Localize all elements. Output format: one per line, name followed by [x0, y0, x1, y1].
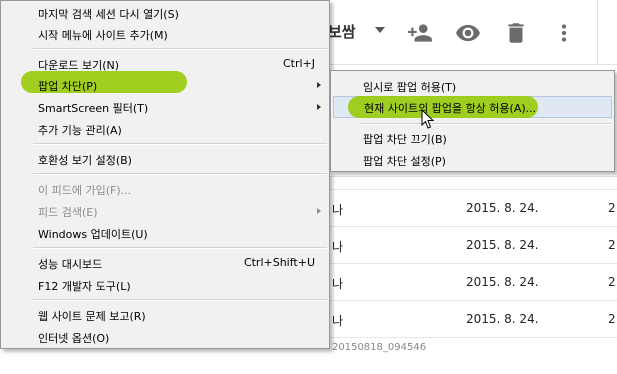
row-date-2: 2 [608, 275, 616, 289]
menu-separator [359, 123, 611, 125]
menu-item-label: 팝업 차단 설정(P) [363, 155, 446, 168]
menu-item-label: Windows 업데이트(U) [38, 228, 148, 241]
row-date: 2015. 8. 24. [466, 238, 539, 252]
shortcut-label: Ctrl+J [282, 57, 315, 70]
menu-separator [33, 143, 327, 145]
tools-menu: 마지막 검색 세션 다시 열기(S) 시작 메뉴에 사이트 추가(M) 다운로드… [0, 0, 330, 349]
menu-item-label: 임시로 팝업 허용(T) [363, 81, 457, 94]
row-date-2: 2 [608, 238, 616, 252]
menu-item-label: 팝업 차단 끄기(B) [363, 133, 447, 146]
menu-item-performance-dashboard[interactable]: 성능 대시보드 Ctrl+Shift+U [3, 252, 327, 274]
row-date-2: 2 [608, 201, 616, 215]
more-dropdown-label[interactable]: 보쌈 [328, 21, 356, 42]
menu-item-feed-discovery: 피드 검색(E) [3, 200, 327, 222]
row-date: 2015. 8. 24. [466, 201, 539, 215]
menu-item-label: 호환성 보기 설정(B) [38, 154, 132, 167]
toolbar-divider [597, 0, 598, 64]
row-owner: 나 [332, 240, 344, 254]
row-owner: 나 [332, 203, 344, 217]
menu-item-internet-options[interactable]: 인터넷 옵션(O) [3, 326, 327, 348]
menu-item-manage-addons[interactable]: 추가 기능 관리(A) [3, 118, 327, 140]
row-date: 2015. 8. 24. [466, 312, 539, 326]
add-person-icon[interactable] [407, 20, 433, 46]
shortcut-label: Ctrl+Shift+U [243, 256, 315, 269]
menu-item-label: 시작 메뉴에 사이트 추가(M) [38, 29, 168, 42]
menu-item-label: 인터넷 옵션(O) [38, 332, 110, 345]
menu-item-label: 팝업 차단(P) [38, 80, 98, 93]
menu-item-popup-blocker[interactable]: 팝업 차단(P) [3, 74, 327, 96]
row-file-id: 20150818_094546 [332, 342, 427, 353]
popup-blocker-submenu: 임시로 팝업 허용(T) 현재 사이트의 팝업을 항상 허용(A)... 팝업 … [330, 70, 615, 172]
menu-item-reopen-session[interactable]: 마지막 검색 세션 다시 열기(S) [3, 2, 327, 24]
row-date: 2015. 8. 24. [466, 275, 539, 289]
row-owner: 나 [332, 277, 344, 291]
submenu-arrow-icon [317, 208, 321, 214]
caret-down-icon[interactable] [375, 27, 385, 33]
menu-item-subscribe-feed: 이 피드에 가입(F)... [3, 178, 327, 200]
menu-item-view-downloads[interactable]: 다운로드 보기(N) Ctrl+J [3, 53, 327, 75]
mouse-pointer-icon [421, 109, 435, 129]
submenu-item-blocker-settings[interactable]: 팝업 차단 설정(P) [333, 149, 612, 171]
menu-item-add-to-start[interactable]: 시작 메뉴에 사이트 추가(M) [3, 23, 327, 45]
menu-item-label: 성능 대시보드 [38, 258, 103, 271]
submenu-item-always-allow-site[interactable]: 현재 사이트의 팝업을 항상 허용(A)... [333, 96, 612, 118]
menu-separator [33, 173, 327, 175]
submenu-arrow-icon [317, 82, 321, 88]
menu-item-report-problem[interactable]: 웹 사이트 문제 보고(R) [3, 304, 327, 326]
menu-item-f12-tools[interactable]: F12 개발자 도구(L) [3, 274, 327, 296]
menu-item-label: 추가 기능 관리(A) [38, 124, 122, 137]
menu-item-label: 마지막 검색 세션 다시 열기(S) [38, 8, 179, 21]
submenu-item-turn-off-blocker[interactable]: 팝업 차단 끄기(B) [333, 127, 612, 149]
menu-separator [33, 247, 327, 249]
menu-item-compat-view[interactable]: 호환성 보기 설정(B) [3, 148, 327, 170]
menu-item-label: 웹 사이트 문제 보고(R) [38, 310, 146, 323]
menu-item-label: SmartScreen 필터(T) [38, 102, 149, 115]
menu-item-label: 피드 검색(E) [38, 206, 98, 219]
menu-separator [33, 299, 327, 301]
menu-item-label: 다운로드 보기(N) [38, 59, 120, 72]
row-date-2: 2 [608, 312, 616, 326]
menu-separator [33, 48, 327, 50]
more-vert-icon[interactable] [551, 20, 577, 46]
trash-icon[interactable] [503, 20, 529, 46]
eye-icon[interactable] [455, 20, 481, 46]
menu-item-label: F12 개발자 도구(L) [38, 280, 131, 293]
menu-item-label: 이 피드에 가입(F)... [38, 184, 132, 197]
submenu-arrow-icon [317, 104, 321, 110]
row-owner: 나 [332, 314, 344, 328]
menu-item-windows-update[interactable]: Windows 업데이트(U) [3, 222, 327, 244]
submenu-item-allow-temporarily[interactable]: 임시로 팝업 허용(T) [333, 75, 612, 97]
menu-item-label: 현재 사이트의 팝업을 항상 허용(A)... [364, 102, 537, 115]
menu-item-smartscreen[interactable]: SmartScreen 필터(T) [3, 96, 327, 118]
